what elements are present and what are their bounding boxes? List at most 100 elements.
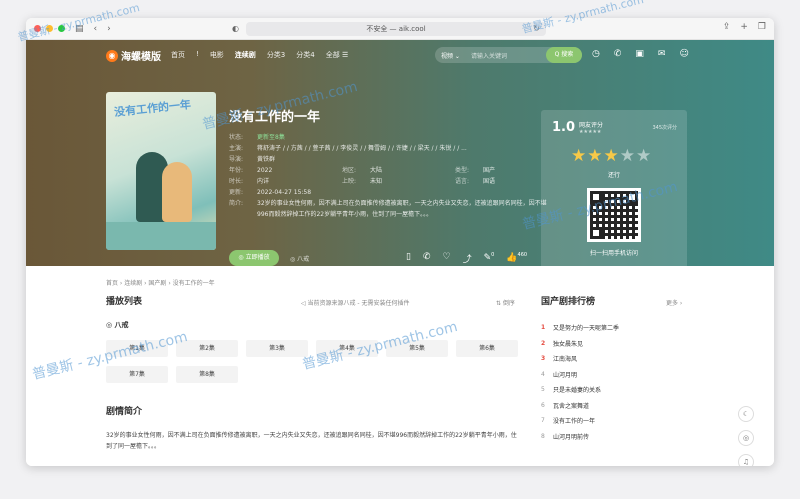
window-controls <box>34 25 65 32</box>
release-value: 未知 <box>370 178 383 185</box>
notification-icon[interactable]: ♫ <box>738 454 754 466</box>
menu-item-all[interactable]: 全部 ☰ <box>326 50 349 60</box>
main-content: 首页 › 连续剧 › 国产剧 › 没有工作的一年 播放列表 ◁ 当前资源来源八戒… <box>26 266 774 466</box>
poster-floor <box>106 222 216 250</box>
list-item[interactable]: 2 独女晨朱见 <box>541 336 687 352</box>
sidebar-icon[interactable]: ▤ <box>75 24 84 34</box>
site-header: ◉ 海螺模版 首页 ! 电影 连续剧 分类3 分类4 全部 ☰ 视频 ⌄ 请输入… <box>26 40 774 70</box>
rating-mini-stars: ★★★★★ <box>579 129 602 135</box>
list-item[interactable]: 1 又是努力的一天呢第二季 <box>541 320 687 336</box>
intro-label: 简介: <box>229 200 244 207</box>
conch-logo-icon: ◉ <box>106 49 118 62</box>
director-value[interactable]: 黄铁群 <box>257 154 275 165</box>
app-icon[interactable]: ▣ <box>635 49 644 59</box>
forward-icon[interactable]: › <box>107 24 111 34</box>
episode-button[interactable]: 第5集 <box>386 340 448 357</box>
tab-overview-icon[interactable]: ❐ <box>758 22 766 32</box>
menu-item-notice[interactable]: ! <box>196 50 199 60</box>
qr-finder <box>626 191 638 203</box>
play-now-button[interactable]: ◎ 立即播放 <box>229 250 279 266</box>
hero-section: ◉ 海螺模版 首页 ! 电影 连续剧 分类3 分类4 全部 ☰ 视频 ⌄ 请输入… <box>26 40 774 270</box>
menu-item-movies[interactable]: 电影 <box>210 50 224 60</box>
feedback-icon[interactable]: ◎ <box>738 430 754 446</box>
wechat-share-icon[interactable]: ✆ <box>423 252 431 265</box>
duration-value: 内详 <box>257 178 270 185</box>
menu-item-category3[interactable]: 分类3 <box>267 50 285 60</box>
area-label: 地区: <box>342 167 357 174</box>
menu-item-home[interactable]: 首页 <box>171 50 185 60</box>
episode-button[interactable]: 第3集 <box>246 340 308 357</box>
menu-item-series[interactable]: 连续剧 <box>235 50 256 60</box>
history-icon[interactable]: ◷ <box>592 49 600 59</box>
list-item[interactable]: 5 只是未婚妻的关系 <box>541 382 687 398</box>
address-bar[interactable]: ◐ 不安全 — aik.cool ↻ <box>232 22 546 36</box>
rank-number: 1 <box>541 324 546 332</box>
menu-item-category4[interactable]: 分类4 <box>296 50 314 60</box>
user-icon[interactable]: ☺ <box>679 49 688 59</box>
favorite-icon[interactable]: ♡ <box>443 252 451 265</box>
episode-button[interactable]: 第2集 <box>176 340 238 357</box>
like-icon[interactable]: 👍460 <box>506 252 527 265</box>
episode-button[interactable]: 第7集 <box>106 366 168 383</box>
list-item[interactable]: 3 江南海风 <box>541 351 687 367</box>
new-tab-icon[interactable]: + <box>740 22 748 32</box>
rating-verdict: 还行 <box>607 172 620 179</box>
ranking-more-link[interactable]: 更多 › <box>666 298 682 307</box>
wechat-icon[interactable]: ✆ <box>614 49 622 59</box>
rank-number: 3 <box>541 355 546 363</box>
share-icon[interactable]: ⇪ <box>723 22 731 32</box>
rank-number: 6 <box>541 401 545 409</box>
search-category-select[interactable]: 视频 ⌄ <box>441 51 460 60</box>
ranking-list: 1 又是努力的一天呢第二季 2 独女晨朱见 3 江南海风 4 山河月明 5 只是未婚妻的关… <box>541 320 687 444</box>
reload-icon[interactable]: ↻ <box>533 22 540 36</box>
source-label[interactable]: ◎ 八戒 <box>290 254 309 263</box>
rank-title: 独女晨朱见 <box>553 340 584 348</box>
qr-pattern <box>590 191 638 239</box>
rank-title: 江南海风 <box>553 356 578 364</box>
list-item[interactable]: 4 山河月明 <box>541 367 687 383</box>
cast-value[interactable]: 蒋舒涛子 / / 方茜 / / 萱子茜 / / 李俊灵 / / 舞雪姆 / / … <box>257 143 467 154</box>
star-empty-icon[interactable]: ★★ <box>620 146 652 166</box>
language-label: 语言: <box>455 178 470 185</box>
show-poster[interactable]: 没有工作的一年 <box>106 92 216 250</box>
episode-button[interactable]: 第6集 <box>456 340 518 357</box>
rank-title: 山河月明前传 <box>553 433 590 441</box>
rank-title: 只是未婚妻的关系 <box>553 387 602 395</box>
breadcrumb[interactable]: 首页 › 连续剧 › 国产剧 › 没有工作的一年 <box>106 278 215 287</box>
close-window-button[interactable] <box>34 25 41 32</box>
zoom-window-button[interactable] <box>58 25 65 32</box>
mobile-icon[interactable]: ▯ <box>406 252 411 265</box>
qr-code <box>587 188 641 242</box>
episode-button[interactable]: 第1集 <box>106 340 168 357</box>
status-label: 状态: <box>229 134 244 141</box>
list-item[interactable]: 7 没有工作的一年 <box>541 413 687 429</box>
source-tab[interactable]: ◎ 八戒 <box>106 320 129 330</box>
site-logo[interactable]: ◉ 海螺模版 <box>106 48 161 63</box>
back-icon[interactable]: ‹ <box>94 24 98 34</box>
year-label: 年份: <box>229 167 244 174</box>
search-input[interactable]: 请输入关键词 <box>471 51 507 60</box>
message-icon[interactable]: ✉ <box>658 49 666 59</box>
episode-button[interactable]: 第8集 <box>176 366 238 383</box>
episode-button[interactable]: 第4集 <box>316 340 378 357</box>
show-actions: ▯ ✆ ♡ ⤴ ✎0 👍460 <box>406 252 527 265</box>
comment-icon[interactable]: ✎0 <box>484 252 495 265</box>
dark-mode-icon[interactable]: ☾ <box>738 406 754 422</box>
rank-number: 8 <box>541 432 545 440</box>
share-link-icon[interactable]: ⤴ <box>463 252 472 265</box>
star-filled-icon[interactable]: ★★★ <box>571 146 620 166</box>
list-item[interactable]: 8 山河月明前传 <box>541 429 687 445</box>
shield-icon[interactable]: ◐ <box>232 22 239 36</box>
area-value: 大陆 <box>370 167 383 174</box>
type-label: 类型: <box>455 167 470 174</box>
source-notice: ◁ 当前资源来源八戒 - 无需安装任何插件 <box>301 300 410 307</box>
year-value: 2022 <box>257 167 273 174</box>
rating-stars[interactable]: ★★★★★ <box>571 146 652 166</box>
list-item[interactable]: 6 瓦舍之案舞道 <box>541 398 687 414</box>
status-value: 更新至8集 <box>257 134 285 141</box>
minimize-window-button[interactable] <box>46 25 53 32</box>
sort-toggle[interactable]: ⇅ 倒序 <box>496 298 515 307</box>
search-button[interactable]: Q 搜索 <box>546 47 582 63</box>
rank-title: 又是努力的一天呢第二季 <box>553 325 620 333</box>
updated-label: 更新: <box>229 189 244 196</box>
